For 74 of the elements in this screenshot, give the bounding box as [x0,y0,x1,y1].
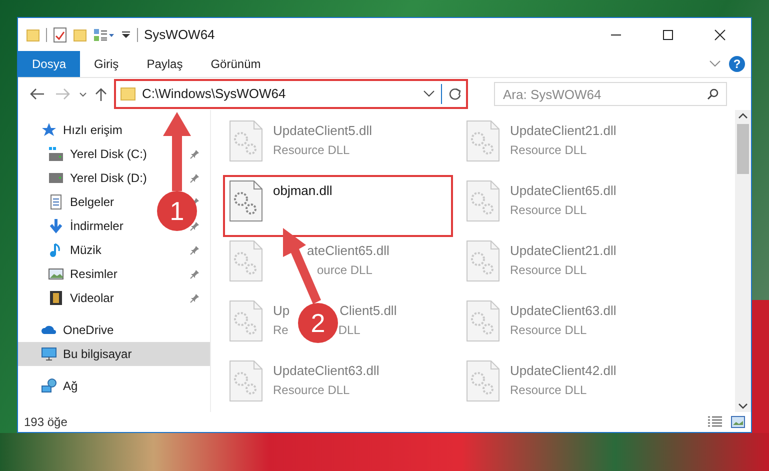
file-type: Re [273,322,288,338]
pc-icon [41,346,57,362]
file-name: Up [273,302,290,320]
sidebar-item[interactable]: Belgeler [70,193,114,211]
file-name: UpdateClient63.dll [273,362,380,380]
drive-win-icon [48,146,64,162]
customize-toolbar-icon[interactable] [121,30,131,40]
ribbon-tab[interactable]: Dosya [18,51,80,77]
pin-icon[interactable] [190,269,200,279]
search-icon [707,88,719,100]
file-name: UpdateClient21.dll [510,122,616,140]
file-type: ource DLL [317,262,372,278]
file-name: objman.dll [273,182,332,200]
details-view-icon[interactable] [707,416,723,428]
sidebar-item[interactable]: Müzik [70,241,102,259]
sidebar-selection-highlight[interactable]: Bu bilgisayar [18,342,210,366]
network-icon [41,378,57,394]
callout-circle [298,303,338,343]
scrollbar-thumb[interactable] [737,124,749,174]
folder-icon [120,87,136,101]
scroll-up-icon[interactable] [738,112,748,120]
dropdown-caret-icon[interactable] [423,90,435,98]
doc-icon [48,194,64,210]
folder-icon[interactable] [26,28,40,42]
sidebar-item[interactable]: Yerel Disk (C:) [70,145,147,163]
callout-number: 1 [170,196,184,226]
sidebar-item[interactable]: Resimler [70,265,118,283]
file-name: Client5.dll [340,302,397,320]
pin-icon[interactable] [190,245,200,255]
file-type: Resource DLL [510,262,587,278]
sidebar-item[interactable]: Hızlı erişim [63,121,122,139]
sidebar-item[interactable]: Ağ [63,377,78,395]
view-options-icon[interactable] [93,28,115,42]
file-type: Resource DLL [510,382,587,398]
callout-circle [157,191,197,231]
sidebar-item[interactable]: İndirmeler [70,217,124,235]
file-type: Resource DLL [510,142,587,158]
window-title: SysWOW64 [144,26,215,44]
help-button[interactable]: ? [729,56,745,72]
pin-icon[interactable] [190,149,200,159]
file-name: UpdateClient42.dll [510,362,616,380]
drive-icon [48,170,64,186]
scroll-down-icon[interactable] [738,402,748,410]
download-icon [48,218,64,234]
file-name: UpdateClient65.dll [510,182,616,200]
sidebar-item[interactable]: Videolar [70,289,114,307]
sidebar-item[interactable]: Yerel Disk (D:) [70,169,147,187]
scrollbar[interactable] [735,110,751,412]
callout-number: 2 [310,308,326,338]
dll-file-icon[interactable] [229,180,263,222]
pin-icon[interactable] [190,221,200,231]
sidebar-item[interactable]: OneDrive [63,321,114,339]
file-type: Resource DLL [273,382,350,398]
file-type: Resource DLL [273,142,350,158]
file-name: UpdateClient5.dll [273,122,372,140]
pin-icon[interactable] [190,173,200,183]
properties-icon[interactable] [53,26,67,42]
sidebar-item[interactable]: Bu bilgisayar [63,345,132,363]
large-icons-view-icon[interactable] [731,416,745,428]
file-name: UpdateClient21.dll [510,242,616,260]
file-type: Resource DLL [510,322,587,338]
picture-icon [48,266,64,282]
refresh-icon[interactable] [448,87,462,101]
search-field[interactable]: Ara: SysWOW64 [494,82,727,106]
file-type: DLL [338,322,360,338]
file-name: UpdateClient63.dll [510,302,616,320]
star-icon [41,122,57,138]
collapse-ribbon-icon[interactable] [709,60,721,68]
pin-icon[interactable] [190,293,200,303]
video-icon [48,290,64,306]
file-type: Resource DLL [510,202,587,218]
file-name: ateClient65.dll [307,242,390,260]
folder-icon[interactable] [73,28,87,42]
item-count: 193 öğe [24,414,68,431]
